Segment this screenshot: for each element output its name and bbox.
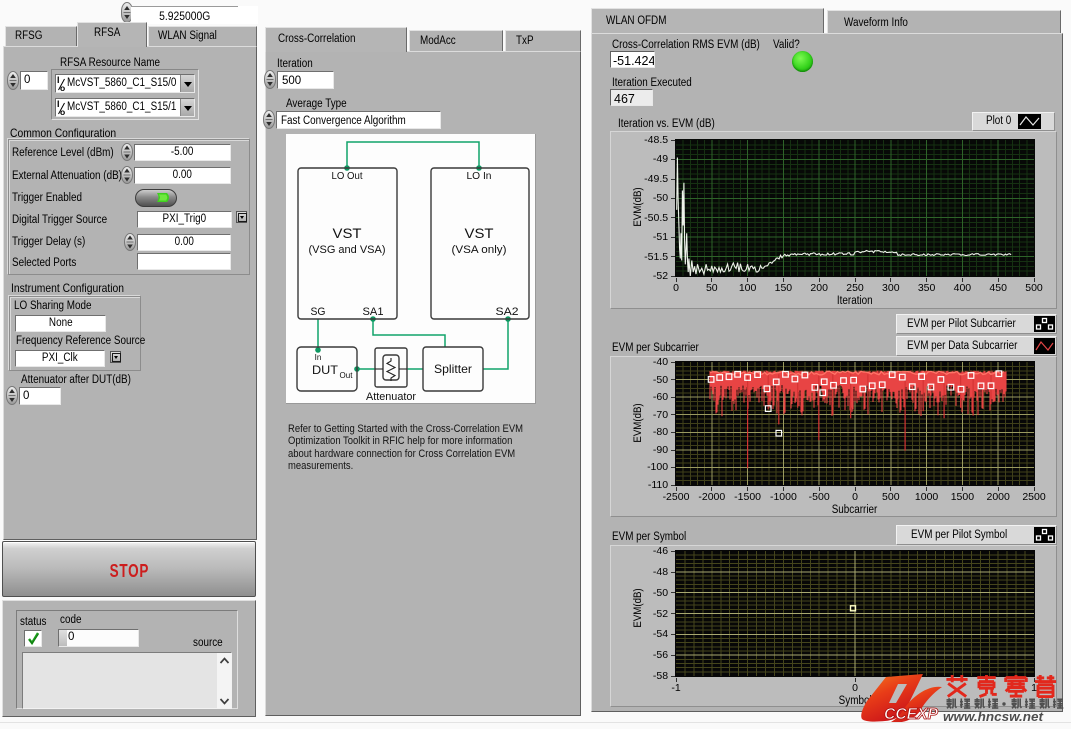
svg-text:LO In: LO In bbox=[467, 170, 492, 182]
svg-text:Splitter: Splitter bbox=[434, 362, 472, 376]
svg-text:o: o bbox=[60, 83, 65, 92]
svg-text:SA2: SA2 bbox=[496, 306, 519, 318]
svg-text:Attenuator: Attenuator bbox=[366, 391, 416, 403]
svg-text:In: In bbox=[315, 353, 322, 362]
svg-text:VST: VST bbox=[333, 225, 362, 241]
svg-text:DUT: DUT bbox=[312, 363, 339, 377]
svg-text:SG: SG bbox=[311, 306, 326, 318]
svg-text:VST: VST bbox=[465, 225, 494, 241]
svg-text:(VSG and VSA): (VSG and VSA) bbox=[309, 244, 386, 256]
svg-text:Out: Out bbox=[340, 371, 354, 380]
svg-text:CCEXP: CCEXP bbox=[884, 706, 938, 723]
svg-text:(VSA only): (VSA only) bbox=[452, 244, 507, 256]
svg-text:LO Out: LO Out bbox=[332, 170, 363, 182]
svg-text:o: o bbox=[60, 107, 65, 116]
svg-text:SA1: SA1 bbox=[363, 306, 384, 318]
